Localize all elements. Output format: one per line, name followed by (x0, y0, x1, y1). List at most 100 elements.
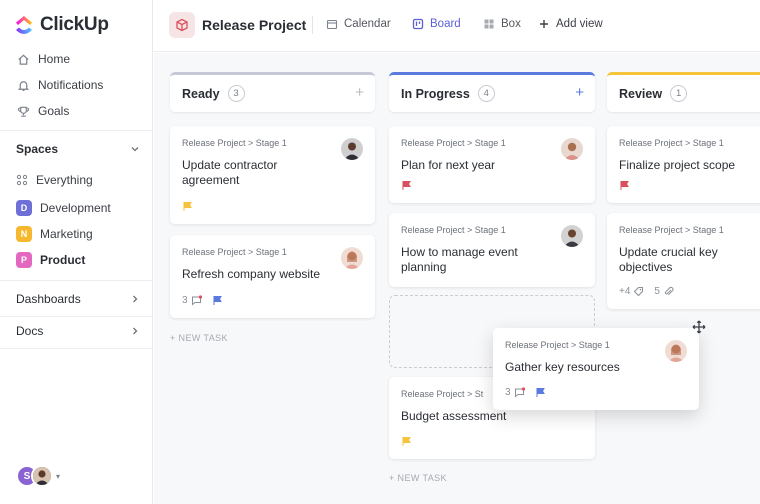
add-view-button[interactable]: Add view (538, 18, 603, 30)
column-count: 3 (227, 85, 245, 102)
card-breadcrumb: Release Project > Stage 1 (619, 225, 724, 235)
comment-count-value: 3 (182, 295, 188, 306)
task-card[interactable]: Release Project > Stage 1 How to manage … (389, 213, 595, 287)
tab-label: Calendar (344, 18, 391, 30)
column-count: 4 (477, 85, 495, 102)
card-breadcrumb: Release Project > Stage 1 (505, 340, 610, 350)
sidebar-item-label: Goals (38, 104, 70, 118)
space-badge: D (16, 200, 32, 216)
column-header-ready[interactable]: Ready 3 + (170, 72, 375, 112)
priority-flag-icon[interactable] (401, 436, 412, 447)
assignee-avatar[interactable] (341, 138, 363, 160)
card-meta (182, 201, 193, 212)
sidebar-item-dashboards[interactable]: Dashboards (0, 286, 153, 312)
caret-down-icon: ▾ (56, 471, 61, 481)
tab-label: Box (501, 18, 521, 30)
space-label: Everything (36, 173, 93, 187)
space-badge: P (16, 252, 32, 268)
tag-icon (634, 287, 644, 297)
new-task-button[interactable]: + NEW TASK (389, 473, 447, 483)
priority-flag-icon[interactable] (182, 201, 193, 212)
sidebar-item-label: Home (38, 52, 71, 66)
spaces-header[interactable]: Spaces (0, 136, 153, 162)
board: Ready 3 + Release Project > Stage 1 Upda… (154, 53, 760, 504)
calendar-icon (326, 19, 338, 30)
column-header-review[interactable]: Review 1 (607, 72, 760, 112)
app-logo[interactable]: ClickUp (14, 14, 109, 36)
new-task-button[interactable]: + NEW TASK (170, 333, 228, 343)
column-count: 1 (670, 85, 688, 102)
docs-label: Docs (16, 324, 44, 338)
column-name: Ready (182, 86, 220, 101)
sidebar: ClickUp Home Notifications Goals Spaces … (0, 0, 153, 504)
box-grid-icon (484, 19, 494, 29)
comment-count-value: 3 (505, 387, 511, 398)
cube-icon (176, 18, 188, 32)
sidebar-nav: Home Notifications Goals (0, 46, 153, 124)
card-meta (401, 180, 412, 191)
tab-calendar[interactable]: Calendar (326, 18, 391, 30)
card-breadcrumb: Release Project > Stage 1 (401, 225, 506, 235)
task-card[interactable]: Release Project > Stage 1 Refresh compan… (170, 235, 375, 318)
tab-box[interactable]: Box (483, 18, 521, 30)
priority-flag-icon[interactable] (401, 180, 412, 191)
app-name: ClickUp (40, 14, 109, 35)
move-cursor-icon (692, 320, 706, 334)
chevron-right-icon (133, 327, 138, 335)
space-item-everything[interactable]: Everything (16, 170, 93, 190)
task-card[interactable]: Release Project > Stage 1 Update crucial… (607, 213, 760, 309)
trophy-icon (18, 106, 29, 117)
comment-icon (514, 387, 525, 398)
header-divider (312, 16, 313, 34)
grid-dots-icon (16, 174, 28, 186)
tag-count-value: +4 (619, 286, 631, 297)
tab-board[interactable]: Board (412, 18, 461, 30)
chevron-right-icon (133, 295, 138, 303)
user-menu[interactable]: S ▾ (16, 465, 60, 487)
assignee-avatar[interactable] (561, 138, 583, 160)
add-task-plus-icon[interactable]: + (575, 85, 584, 100)
sidebar-item-label: Notifications (38, 78, 104, 92)
paperclip-icon (664, 286, 674, 296)
column-header-in-progress[interactable]: In Progress 4 + (389, 72, 595, 112)
task-card[interactable]: Release Project > Stage 1 Plan for next … (389, 126, 595, 203)
card-meta (619, 180, 630, 191)
space-item-product[interactable]: P Product (16, 250, 85, 270)
plus-icon (540, 20, 548, 28)
attachment-count[interactable]: 5 (654, 286, 674, 297)
tab-label: Board (430, 18, 461, 30)
card-title: Update contractor agreement (182, 158, 278, 187)
assignee-avatar[interactable] (561, 225, 583, 247)
space-item-marketing[interactable]: N Marketing (16, 224, 93, 244)
project-title: Release Project (202, 17, 307, 33)
clickup-logo-icon (16, 16, 32, 34)
space-item-development[interactable]: D Development (16, 198, 111, 218)
sidebar-divider (0, 130, 153, 131)
sidebar-item-home[interactable]: Home (0, 46, 153, 72)
card-meta: 3 (505, 387, 546, 398)
assignee-avatar[interactable] (665, 340, 687, 362)
priority-flag-icon[interactable] (535, 387, 546, 398)
card-title: Finalize project scope (619, 158, 736, 172)
priority-flag-icon[interactable] (619, 180, 630, 191)
sidebar-item-goals[interactable]: Goals (0, 98, 153, 124)
add-task-plus-icon[interactable]: + (355, 85, 364, 100)
comment-count[interactable]: 3 (182, 295, 202, 306)
card-breadcrumb: Release Project > Stage 1 (619, 138, 724, 148)
card-title: How to manage event planning (401, 245, 518, 274)
card-breadcrumb: Release Project > Stage 1 (182, 138, 287, 148)
task-card[interactable]: Release Project > Stage 1 Update contrac… (170, 126, 375, 224)
sidebar-divider (0, 316, 153, 317)
space-badge: N (16, 226, 32, 242)
assignee-avatar[interactable] (341, 247, 363, 269)
comment-count[interactable]: 3 (505, 387, 525, 398)
tag-count[interactable]: +4 (619, 286, 644, 297)
space-label: Marketing (40, 227, 93, 241)
priority-flag-icon[interactable] (212, 295, 223, 306)
sidebar-item-docs[interactable]: Docs (0, 318, 153, 344)
card-meta: 3 (182, 295, 223, 306)
add-view-label: Add view (556, 18, 603, 30)
task-card[interactable]: Release Project > Stage 1 Finalize proje… (607, 126, 760, 203)
dragging-task-card[interactable]: Release Project > Stage 1 Gather key res… (493, 328, 699, 410)
sidebar-item-notifications[interactable]: Notifications (0, 72, 153, 98)
